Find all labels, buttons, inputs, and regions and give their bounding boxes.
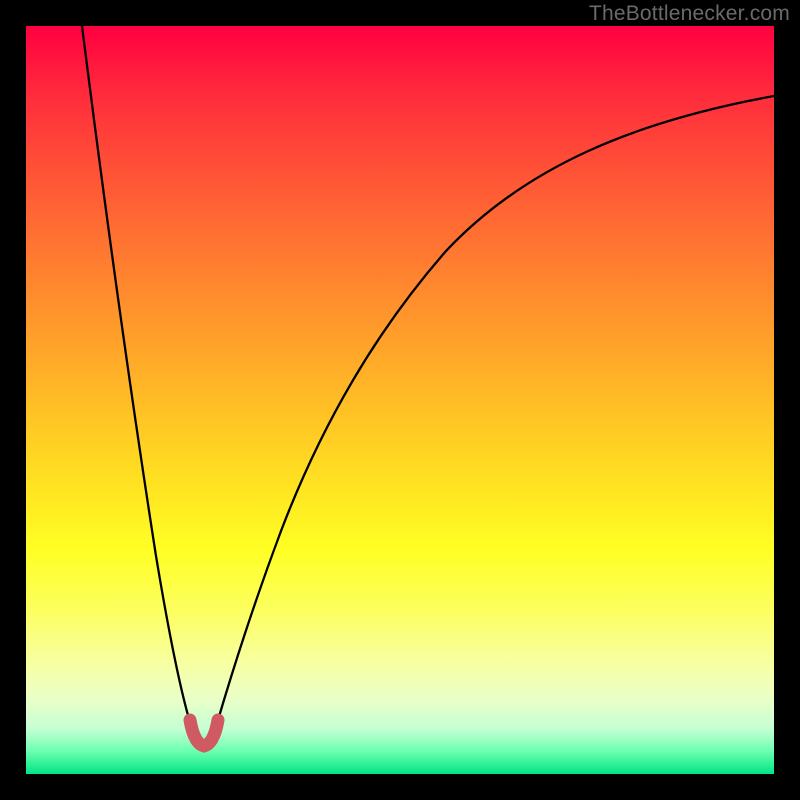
watermark: TheBottlenecker.com [589, 2, 790, 26]
curve-layer [26, 26, 774, 774]
curve-right-branch [204, 96, 774, 742]
curve-left-branch [82, 26, 204, 743]
plot-area [26, 26, 774, 774]
trough-marker [190, 720, 218, 746]
